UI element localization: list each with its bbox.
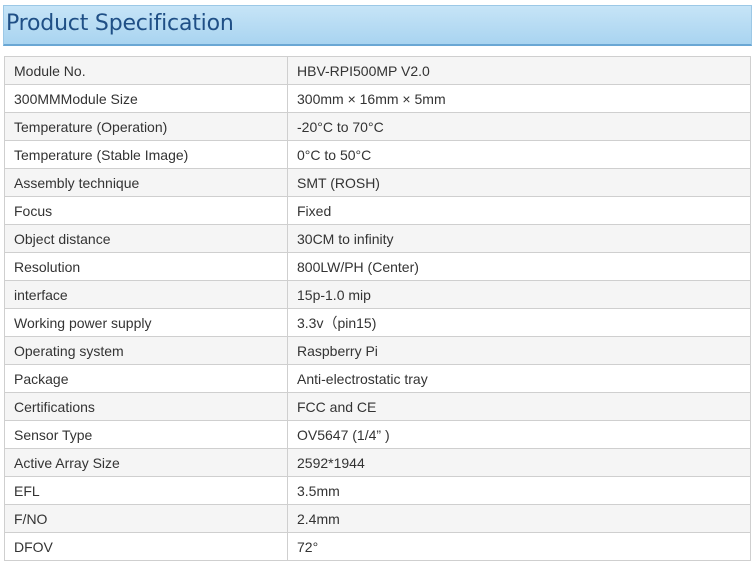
spec-label: Temperature (Operation) bbox=[4, 112, 288, 141]
table-row: Sensor Type OV5647 (1/4” ) bbox=[4, 420, 751, 449]
spec-value: 300mm × 16mm × 5mm bbox=[287, 84, 751, 113]
table-row: Module No. HBV-RPI500MP V2.0 bbox=[4, 56, 751, 85]
spec-table: Module No. HBV-RPI500MP V2.0 300MMModule S… bbox=[4, 56, 751, 561]
spec-value: Anti-electrostatic tray bbox=[287, 364, 751, 393]
spec-value: Fixed bbox=[287, 196, 751, 225]
spec-label: 300MMModule Size bbox=[4, 84, 288, 113]
spec-label: F/NO bbox=[4, 504, 288, 533]
spec-label: Operating system bbox=[4, 336, 288, 365]
title-bar: Product Specification bbox=[3, 5, 752, 46]
spec-value: OV5647 (1/4” ) bbox=[287, 420, 751, 449]
spec-value: 0°C to 50°C bbox=[287, 140, 751, 169]
spec-value: 2.4mm bbox=[287, 504, 751, 533]
spec-value: SMT (ROSH) bbox=[287, 168, 751, 197]
table-row: Operating system Raspberry Pi bbox=[4, 336, 751, 365]
spec-value: 3.3v（pin15) bbox=[287, 308, 751, 337]
table-row: interface 15p-1.0 mip bbox=[4, 280, 751, 309]
table-row: Focus Fixed bbox=[4, 196, 751, 225]
spec-label: Focus bbox=[4, 196, 288, 225]
spec-value: 15p-1.0 mip bbox=[287, 280, 751, 309]
table-row: Temperature (Operation) -20°C to 70°C bbox=[4, 112, 751, 141]
spec-value: 800LW/PH (Center) bbox=[287, 252, 751, 281]
table-row: EFL 3.5mm bbox=[4, 476, 751, 505]
table-row: Working power supply 3.3v（pin15) bbox=[4, 308, 751, 337]
spec-label: Object distance bbox=[4, 224, 288, 253]
table-row: Temperature (Stable Image) 0°C to 50°C bbox=[4, 140, 751, 169]
spec-label: Sensor Type bbox=[4, 420, 288, 449]
spec-table-body: Module No. HBV-RPI500MP V2.0 300MMModule S… bbox=[4, 56, 751, 561]
spec-value: Raspberry Pi bbox=[287, 336, 751, 365]
spec-value: HBV-RPI500MP V2.0 bbox=[287, 56, 751, 85]
spec-label: DFOV bbox=[4, 532, 288, 561]
table-row: F/NO 2.4mm bbox=[4, 504, 751, 533]
spec-value: -20°C to 70°C bbox=[287, 112, 751, 141]
spec-label: Active Array Size bbox=[4, 448, 288, 477]
table-row: DFOV 72° bbox=[4, 532, 751, 561]
spec-value: 3.5mm bbox=[287, 476, 751, 505]
table-row: Resolution 800LW/PH (Center) bbox=[4, 252, 751, 281]
table-row: Assembly technique SMT (ROSH) bbox=[4, 168, 751, 197]
table-row: Package Anti-electrostatic tray bbox=[4, 364, 751, 393]
spec-label: Module No. bbox=[4, 56, 288, 85]
spec-label: Working power supply bbox=[4, 308, 288, 337]
page-title: Product Specification bbox=[6, 11, 234, 36]
table-row: Certifications FCC and CE bbox=[4, 392, 751, 421]
spec-label: Assembly technique bbox=[4, 168, 288, 197]
spec-value: 72° bbox=[287, 532, 751, 561]
spec-label: Resolution bbox=[4, 252, 288, 281]
spec-label: Package bbox=[4, 364, 288, 393]
spec-label: Certifications bbox=[4, 392, 288, 421]
table-row: 300MMModule Size 300mm × 16mm × 5mm bbox=[4, 84, 751, 113]
spec-label: Temperature (Stable Image) bbox=[4, 140, 288, 169]
table-row: Active Array Size 2592*1944 bbox=[4, 448, 751, 477]
table-row: Object distance 30CM to infinity bbox=[4, 224, 751, 253]
spec-label: interface bbox=[4, 280, 288, 309]
spec-label: EFL bbox=[4, 476, 288, 505]
spec-value: 30CM to infinity bbox=[287, 224, 751, 253]
spec-value: 2592*1944 bbox=[287, 448, 751, 477]
spec-value: FCC and CE bbox=[287, 392, 751, 421]
product-spec-page: Product Specification Module No. HBV-RPI5… bbox=[0, 0, 754, 582]
